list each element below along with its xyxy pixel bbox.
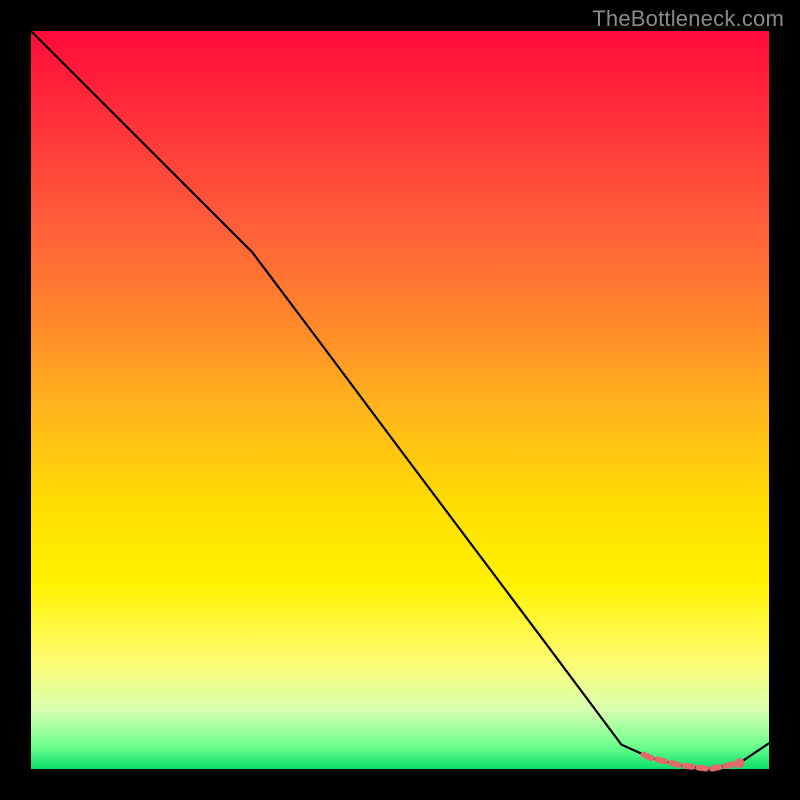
curve-line: [31, 31, 769, 769]
highlight-dashes: [644, 755, 734, 769]
highlight-dot: [735, 758, 745, 768]
chart-overlay: [31, 31, 769, 769]
outer-frame: TheBottleneck.com: [0, 0, 800, 800]
watermark-text: TheBottleneck.com: [592, 6, 784, 32]
